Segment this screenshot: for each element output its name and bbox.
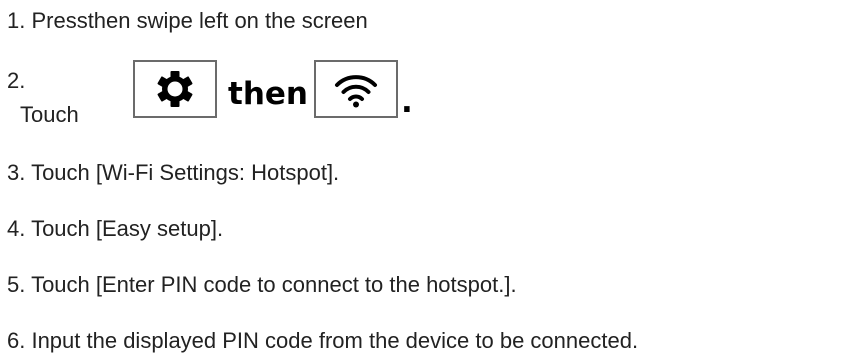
step-6-text: 6. Input the displayed PIN code from the…: [7, 328, 639, 353]
wifi-icon: [335, 75, 377, 108]
step-2-number: 2.: [7, 68, 26, 93]
step-2-touch-text: Touch: [20, 102, 79, 127]
gear-icon: [157, 71, 193, 107]
step-2-period: .: [401, 84, 413, 120]
step-3-text: 3. Touch [Wi-Fi Settings: Hotspot].: [7, 160, 340, 185]
step-2-then-text: then: [228, 76, 308, 112]
step-1-text: 1. Pressthen swipe left on the screen: [7, 8, 368, 33]
step-4-text: 4. Touch [Easy setup].: [7, 216, 224, 241]
step-5-text: 5. Touch [Enter PIN code to connect to t…: [7, 272, 517, 297]
settings-icon-box: [133, 60, 217, 118]
wifi-icon-box: [314, 60, 398, 118]
